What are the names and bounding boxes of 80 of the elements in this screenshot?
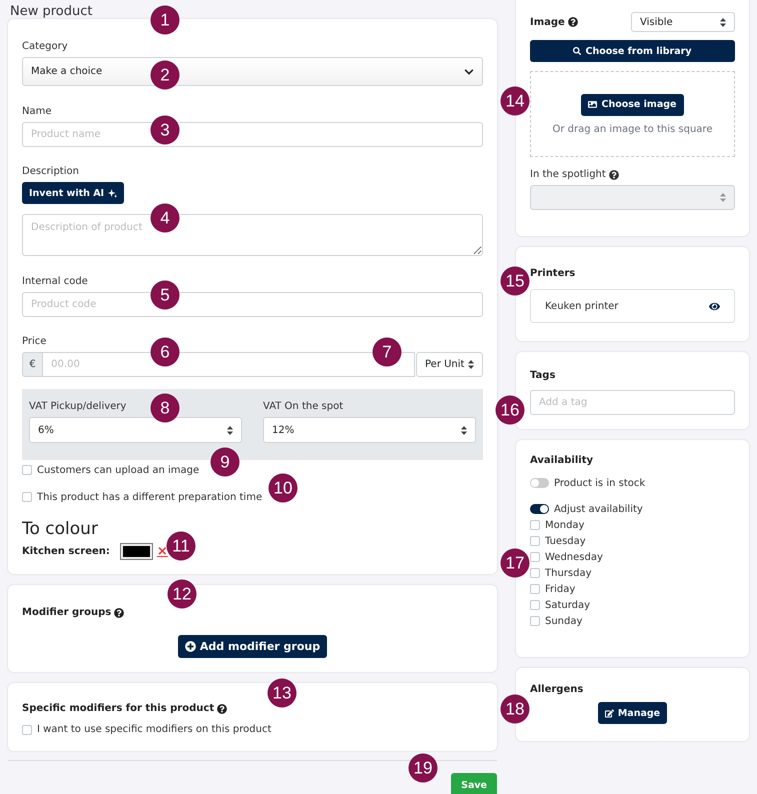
library-button[interactable]: Choose from library bbox=[530, 40, 735, 62]
image-icon bbox=[588, 100, 598, 109]
clear-button[interactable]: × bbox=[156, 544, 168, 559]
sparkle-icon bbox=[108, 188, 118, 198]
help-icon bbox=[608, 170, 619, 180]
checkbox-label: Tuesday bbox=[545, 536, 586, 546]
sort-icon bbox=[720, 18, 726, 26]
help-icon bbox=[217, 704, 228, 714]
card-title: Modifier groups bbox=[22, 607, 483, 618]
sort-icon bbox=[227, 426, 233, 434]
color-picker[interactable] bbox=[120, 543, 153, 560]
checkbox-label: Sunday bbox=[545, 616, 582, 626]
step-marker: 12 bbox=[168, 580, 196, 608]
step-marker: 19 bbox=[408, 754, 438, 782]
step-marker: 15 bbox=[500, 266, 530, 296]
sort-icon bbox=[720, 193, 726, 202]
plus-icon bbox=[184, 641, 196, 652]
chevron-down-icon bbox=[464, 66, 474, 76]
sort-icon bbox=[461, 426, 467, 434]
field-label: Internal code bbox=[22, 276, 88, 287]
card-title: Printers bbox=[530, 268, 576, 279]
card-title: Availability bbox=[530, 455, 594, 466]
field-label: Name bbox=[22, 106, 52, 117]
field-label: Price bbox=[22, 336, 46, 347]
sort-icon bbox=[468, 360, 474, 369]
section-heading: To colour bbox=[22, 519, 99, 539]
checkbox-label: Wednesday bbox=[545, 552, 603, 562]
checkbox[interactable] bbox=[530, 568, 540, 578]
field-label: Category bbox=[22, 41, 68, 52]
step-marker: 14 bbox=[500, 86, 530, 116]
checkbox-label: Saturday bbox=[545, 600, 590, 610]
checkbox[interactable] bbox=[530, 616, 540, 626]
image-dropzone[interactable]: Choose image Or drag an image to this square bbox=[530, 71, 735, 157]
visibility-select[interactable]: Visible bbox=[631, 12, 735, 32]
vat-select[interactable]: 12% bbox=[263, 417, 476, 443]
checkbox-label: Customers can upload an image bbox=[37, 464, 200, 476]
toggle-switch[interactable] bbox=[530, 478, 549, 488]
card-title: Allergens bbox=[530, 684, 584, 695]
step-marker: 1 bbox=[150, 6, 180, 34]
printer-item[interactable]: Keuken printer bbox=[530, 289, 735, 323]
add-modifier-group-button[interactable]: Add modifier group bbox=[178, 635, 328, 658]
checkbox[interactable] bbox=[530, 552, 540, 562]
tag-input[interactable]: Add a tag bbox=[530, 390, 735, 415]
step-marker: 17 bbox=[500, 548, 530, 578]
help-icon bbox=[568, 17, 578, 27]
field-label: VAT On the spot bbox=[263, 401, 344, 412]
vat-select[interactable]: 6% bbox=[29, 417, 242, 443]
toggle-label: Adjust availability bbox=[554, 504, 643, 514]
choose-image-button[interactable]: Choose image bbox=[581, 94, 684, 116]
checkbox-label: Friday bbox=[545, 584, 576, 594]
checkbox[interactable] bbox=[530, 520, 540, 530]
help-icon bbox=[114, 608, 124, 618]
step-marker: 18 bbox=[500, 694, 530, 724]
currency-addon: € bbox=[22, 352, 44, 377]
checkbox[interactable] bbox=[22, 724, 32, 734]
drop-hint: Or drag an image to this square bbox=[552, 124, 712, 134]
checkbox[interactable] bbox=[530, 600, 540, 610]
unit-select[interactable]: Per Unit bbox=[416, 352, 483, 377]
checkbox[interactable] bbox=[530, 536, 540, 546]
eye-icon bbox=[709, 300, 720, 312]
page-title: New product bbox=[9, 3, 94, 19]
card-title: Image bbox=[530, 16, 578, 28]
manage-button[interactable]: Manage bbox=[598, 702, 668, 724]
search-icon bbox=[573, 47, 582, 55]
checkbox-label: Monday bbox=[545, 520, 584, 530]
checkbox[interactable] bbox=[530, 584, 540, 594]
checkbox[interactable] bbox=[22, 492, 32, 502]
checkbox-label: This product has a different preparation time bbox=[37, 492, 262, 502]
checkbox-label: Thursday bbox=[545, 568, 592, 578]
toggle-switch[interactable] bbox=[530, 504, 549, 514]
card-title: Tags bbox=[530, 370, 556, 381]
field-label: VAT Pickup/delivery bbox=[29, 401, 126, 412]
checkbox[interactable] bbox=[22, 465, 32, 475]
checkbox-label: I want to use specific modifiers on this product bbox=[37, 724, 272, 735]
edit-icon bbox=[604, 708, 614, 718]
field-label: Description bbox=[22, 166, 79, 177]
ai-button[interactable]: Invent with AI bbox=[22, 182, 124, 204]
field-label: In the spotlight bbox=[530, 169, 606, 180]
field-label: Kitchen screen: bbox=[22, 546, 110, 557]
toggle-label: Product is in stock bbox=[554, 478, 646, 488]
